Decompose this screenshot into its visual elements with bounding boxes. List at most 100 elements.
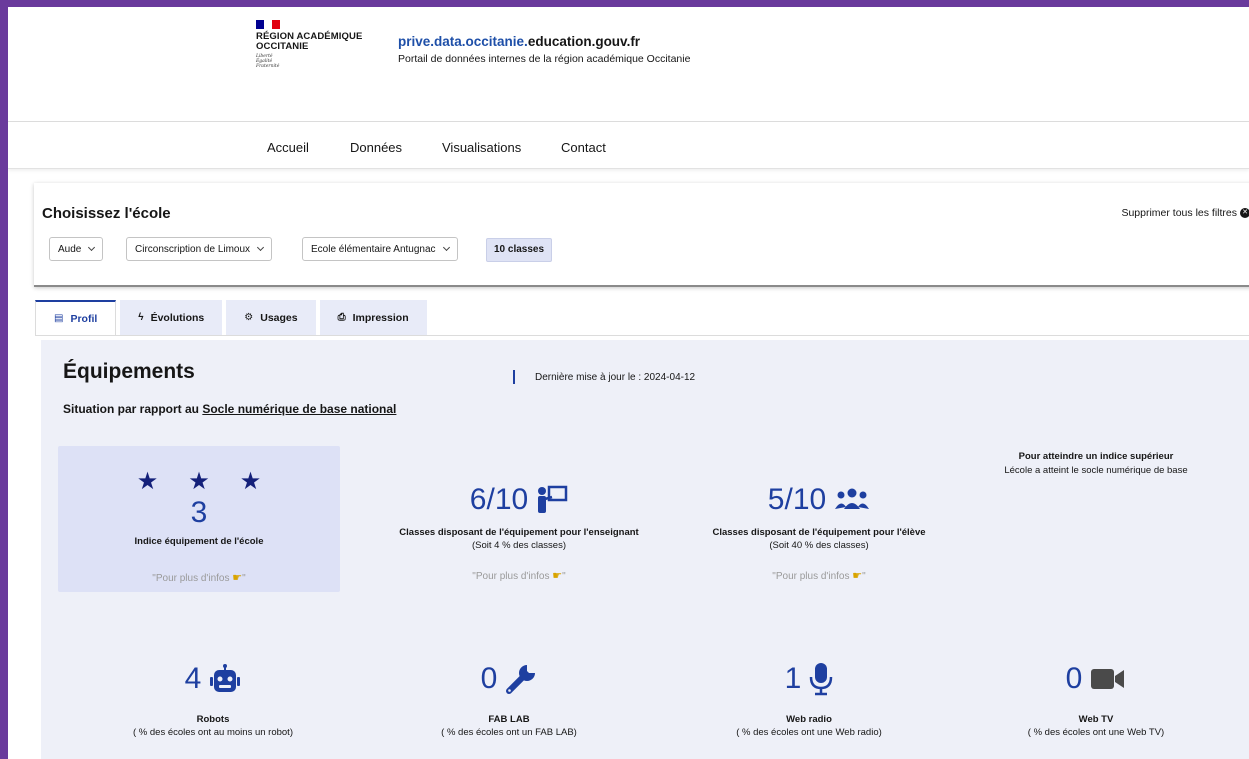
student-stat-head: 5/10 bbox=[689, 480, 949, 520]
robots-value: 4 bbox=[184, 662, 202, 695]
teacher-more-info-link[interactable]: "Pour plus d'infos ☛" bbox=[389, 569, 649, 582]
main-nav: Accueil Données Visualisations Contact bbox=[8, 122, 1249, 169]
star-icon: ★ bbox=[239, 468, 262, 495]
more-info-text: "Pour plus d'infos bbox=[772, 571, 850, 582]
webradio-sub: ( % des écoles ont une Web radio) bbox=[736, 727, 882, 738]
index-more-info-link[interactable]: "Pour plus d'infos ☛" bbox=[58, 571, 340, 584]
situation-line: Situation par rapport au Socle numérique… bbox=[63, 402, 396, 416]
teacher-label: Classes disposant de l'équipement pour l… bbox=[399, 527, 639, 538]
fablab-label: FAB LAB bbox=[488, 714, 530, 725]
pointing-hand-icon: ☛ bbox=[852, 570, 863, 582]
site-title-rest: education.gouv.fr bbox=[527, 34, 641, 49]
webradio-stat: 1 Web radio ( % des écoles ont une Web r… bbox=[689, 658, 929, 738]
student-equipment-stat: 5/10 Classes disposant de l'équipement p… bbox=[689, 480, 949, 582]
webradio-label: Web radio bbox=[786, 714, 832, 725]
webtv-label: Web TV bbox=[1078, 714, 1114, 725]
teacher-board-icon bbox=[538, 485, 568, 513]
fablab-sub: ( % des écoles ont un FAB LAB) bbox=[441, 727, 577, 738]
french-flag-icon bbox=[256, 20, 280, 29]
robots-head: 4 bbox=[93, 658, 333, 700]
student-more-info-link[interactable]: "Pour plus d'infos ☛" bbox=[689, 569, 949, 582]
logo-line-2: OCCITANIE bbox=[256, 41, 309, 52]
site-header: RÉGION ACADÉMIQUE OCCITANIE Liberté Égal… bbox=[8, 7, 1249, 122]
student-sub: (Soit 40 % des classes) bbox=[769, 540, 869, 551]
tab-usages[interactable]: ⚙ Usages bbox=[226, 300, 316, 335]
socle-link[interactable]: Socle numérique de base national bbox=[202, 402, 396, 416]
equipements-title: Équipements bbox=[63, 360, 195, 383]
more-info-text: "Pour plus d'infos bbox=[472, 571, 550, 582]
webtv-head: 0 bbox=[976, 658, 1216, 700]
robots-label: Robots bbox=[196, 714, 230, 725]
tab-profil-label: Profil bbox=[70, 312, 98, 325]
more-info-text: "Pour plus d'infos bbox=[152, 573, 230, 584]
situation-prefix: Situation par rapport au bbox=[63, 402, 203, 416]
rating-stars: ★ ★ ★ bbox=[58, 470, 340, 494]
clear-filters-label: Supprimer tous les filtres bbox=[1121, 207, 1237, 219]
circonscription-value: Circonscription de Limoux bbox=[135, 243, 251, 255]
tab-impression-label: Impression bbox=[352, 311, 409, 324]
tab-impression[interactable]: ⎙ Impression bbox=[319, 300, 427, 335]
teacher-stat-head: 6/10 bbox=[389, 480, 649, 520]
school-filter-card: Choisissez l'école Supprimer tous les fi… bbox=[34, 183, 1249, 287]
school-select[interactable]: Ecole élémentaire Antugnac bbox=[302, 237, 458, 261]
users-icon bbox=[835, 488, 870, 509]
circonscription-select[interactable]: Circonscription de Limoux bbox=[126, 237, 273, 261]
logo-motto: Liberté Égalité Fraternité bbox=[256, 54, 362, 69]
next-level-text: Lécole a atteint le socle numérique de b… bbox=[1004, 465, 1188, 476]
chevron-down-icon bbox=[257, 243, 265, 252]
index-card: ★ ★ ★ 3 Indice équipement de l'école "Po… bbox=[58, 446, 340, 592]
fablab-value: 0 bbox=[480, 662, 498, 695]
bolt-icon: ϟ bbox=[138, 312, 144, 323]
teacher-equipment-stat: 6/10 Classes disposant de l'équipement p… bbox=[389, 480, 649, 582]
student-label: Classes disposant de l'équipement pour l… bbox=[712, 527, 926, 538]
site-title-accent: prive.data.occitanie. bbox=[398, 34, 528, 49]
fablab-head: 0 bbox=[389, 658, 629, 700]
classes-count-badge: 10 classes bbox=[486, 238, 553, 262]
teacher-sub: (Soit 4 % des classes) bbox=[472, 540, 566, 551]
last-update-text: Dernière mise à jour le : 2024-04-12 bbox=[535, 372, 696, 383]
update-marker bbox=[513, 370, 515, 384]
department-value: Aude bbox=[58, 243, 82, 255]
webradio-value: 1 bbox=[784, 662, 802, 695]
student-value: 5/10 bbox=[767, 483, 827, 516]
cogs-icon: ⚙ bbox=[244, 312, 254, 323]
department-select[interactable]: Aude bbox=[49, 237, 104, 261]
index-label: Indice équipement de l'école bbox=[134, 536, 264, 547]
site-subtitle: Portail de données internes de la région… bbox=[398, 53, 691, 65]
webtv-stat: 0 Web TV ( % des écoles ont une Web TV) bbox=[976, 658, 1216, 738]
tab-divider bbox=[35, 335, 1249, 336]
filter-title: Choisissez l'école bbox=[42, 205, 171, 222]
browser-frame: RÉGION ACADÉMIQUE OCCITANIE Liberté Égal… bbox=[0, 0, 1249, 759]
webradio-head: 1 bbox=[689, 658, 929, 700]
fablab-stat: 0 FAB LAB ( % des écoles ont un FAB LAB) bbox=[389, 658, 629, 738]
tab-evolutions[interactable]: ϟ Évolutions bbox=[120, 300, 223, 335]
teacher-value: 6/10 bbox=[469, 483, 529, 516]
tab-usages-label: Usages bbox=[260, 311, 298, 324]
pointing-hand-icon: ☛ bbox=[232, 572, 243, 584]
webtv-value: 0 bbox=[1065, 662, 1083, 695]
site-title[interactable]: prive.data.occitanie.education.gouv.fr bbox=[398, 34, 690, 49]
nav-visualisations[interactable]: Visualisations bbox=[442, 140, 521, 155]
pointing-hand-icon: ☛ bbox=[552, 570, 563, 582]
star-icon: ★ bbox=[188, 468, 210, 495]
school-value: Ecole élémentaire Antugnac bbox=[311, 243, 436, 255]
equipements-panel: Équipements Dernière mise à jour le : 20… bbox=[41, 340, 1249, 759]
robots-stat: 4 Robots ( % des écoles ont au moins un … bbox=[93, 658, 333, 738]
nav-donnees[interactable]: Données bbox=[350, 140, 402, 155]
id-card-icon: ▤ bbox=[54, 313, 64, 324]
nav-contact[interactable]: Contact bbox=[561, 140, 606, 155]
nav-accueil[interactable]: Accueil bbox=[267, 140, 309, 155]
video-camera-icon bbox=[1091, 669, 1125, 689]
clear-filters-button[interactable]: Supprimer tous les filtres ✕ bbox=[1121, 207, 1249, 219]
next-level-title: Pour atteindre un indice supérieur bbox=[1018, 451, 1174, 462]
chevron-down-icon bbox=[442, 243, 450, 252]
microphone-icon bbox=[810, 663, 833, 696]
tab-profil[interactable]: ▤ Profil bbox=[35, 300, 117, 335]
index-value: 3 bbox=[190, 496, 208, 529]
star-icon: ★ bbox=[136, 468, 159, 495]
robot-icon bbox=[210, 664, 241, 692]
chevron-down-icon bbox=[88, 243, 96, 252]
tab-bar: ▤ Profil ϟ Évolutions ⚙ Usages ⎙ Impress… bbox=[35, 300, 427, 335]
republic-logo[interactable]: RÉGION ACADÉMIQUE OCCITANIE Liberté Égal… bbox=[256, 20, 362, 69]
site-identity[interactable]: prive.data.occitanie.education.gouv.fr P… bbox=[398, 34, 690, 65]
